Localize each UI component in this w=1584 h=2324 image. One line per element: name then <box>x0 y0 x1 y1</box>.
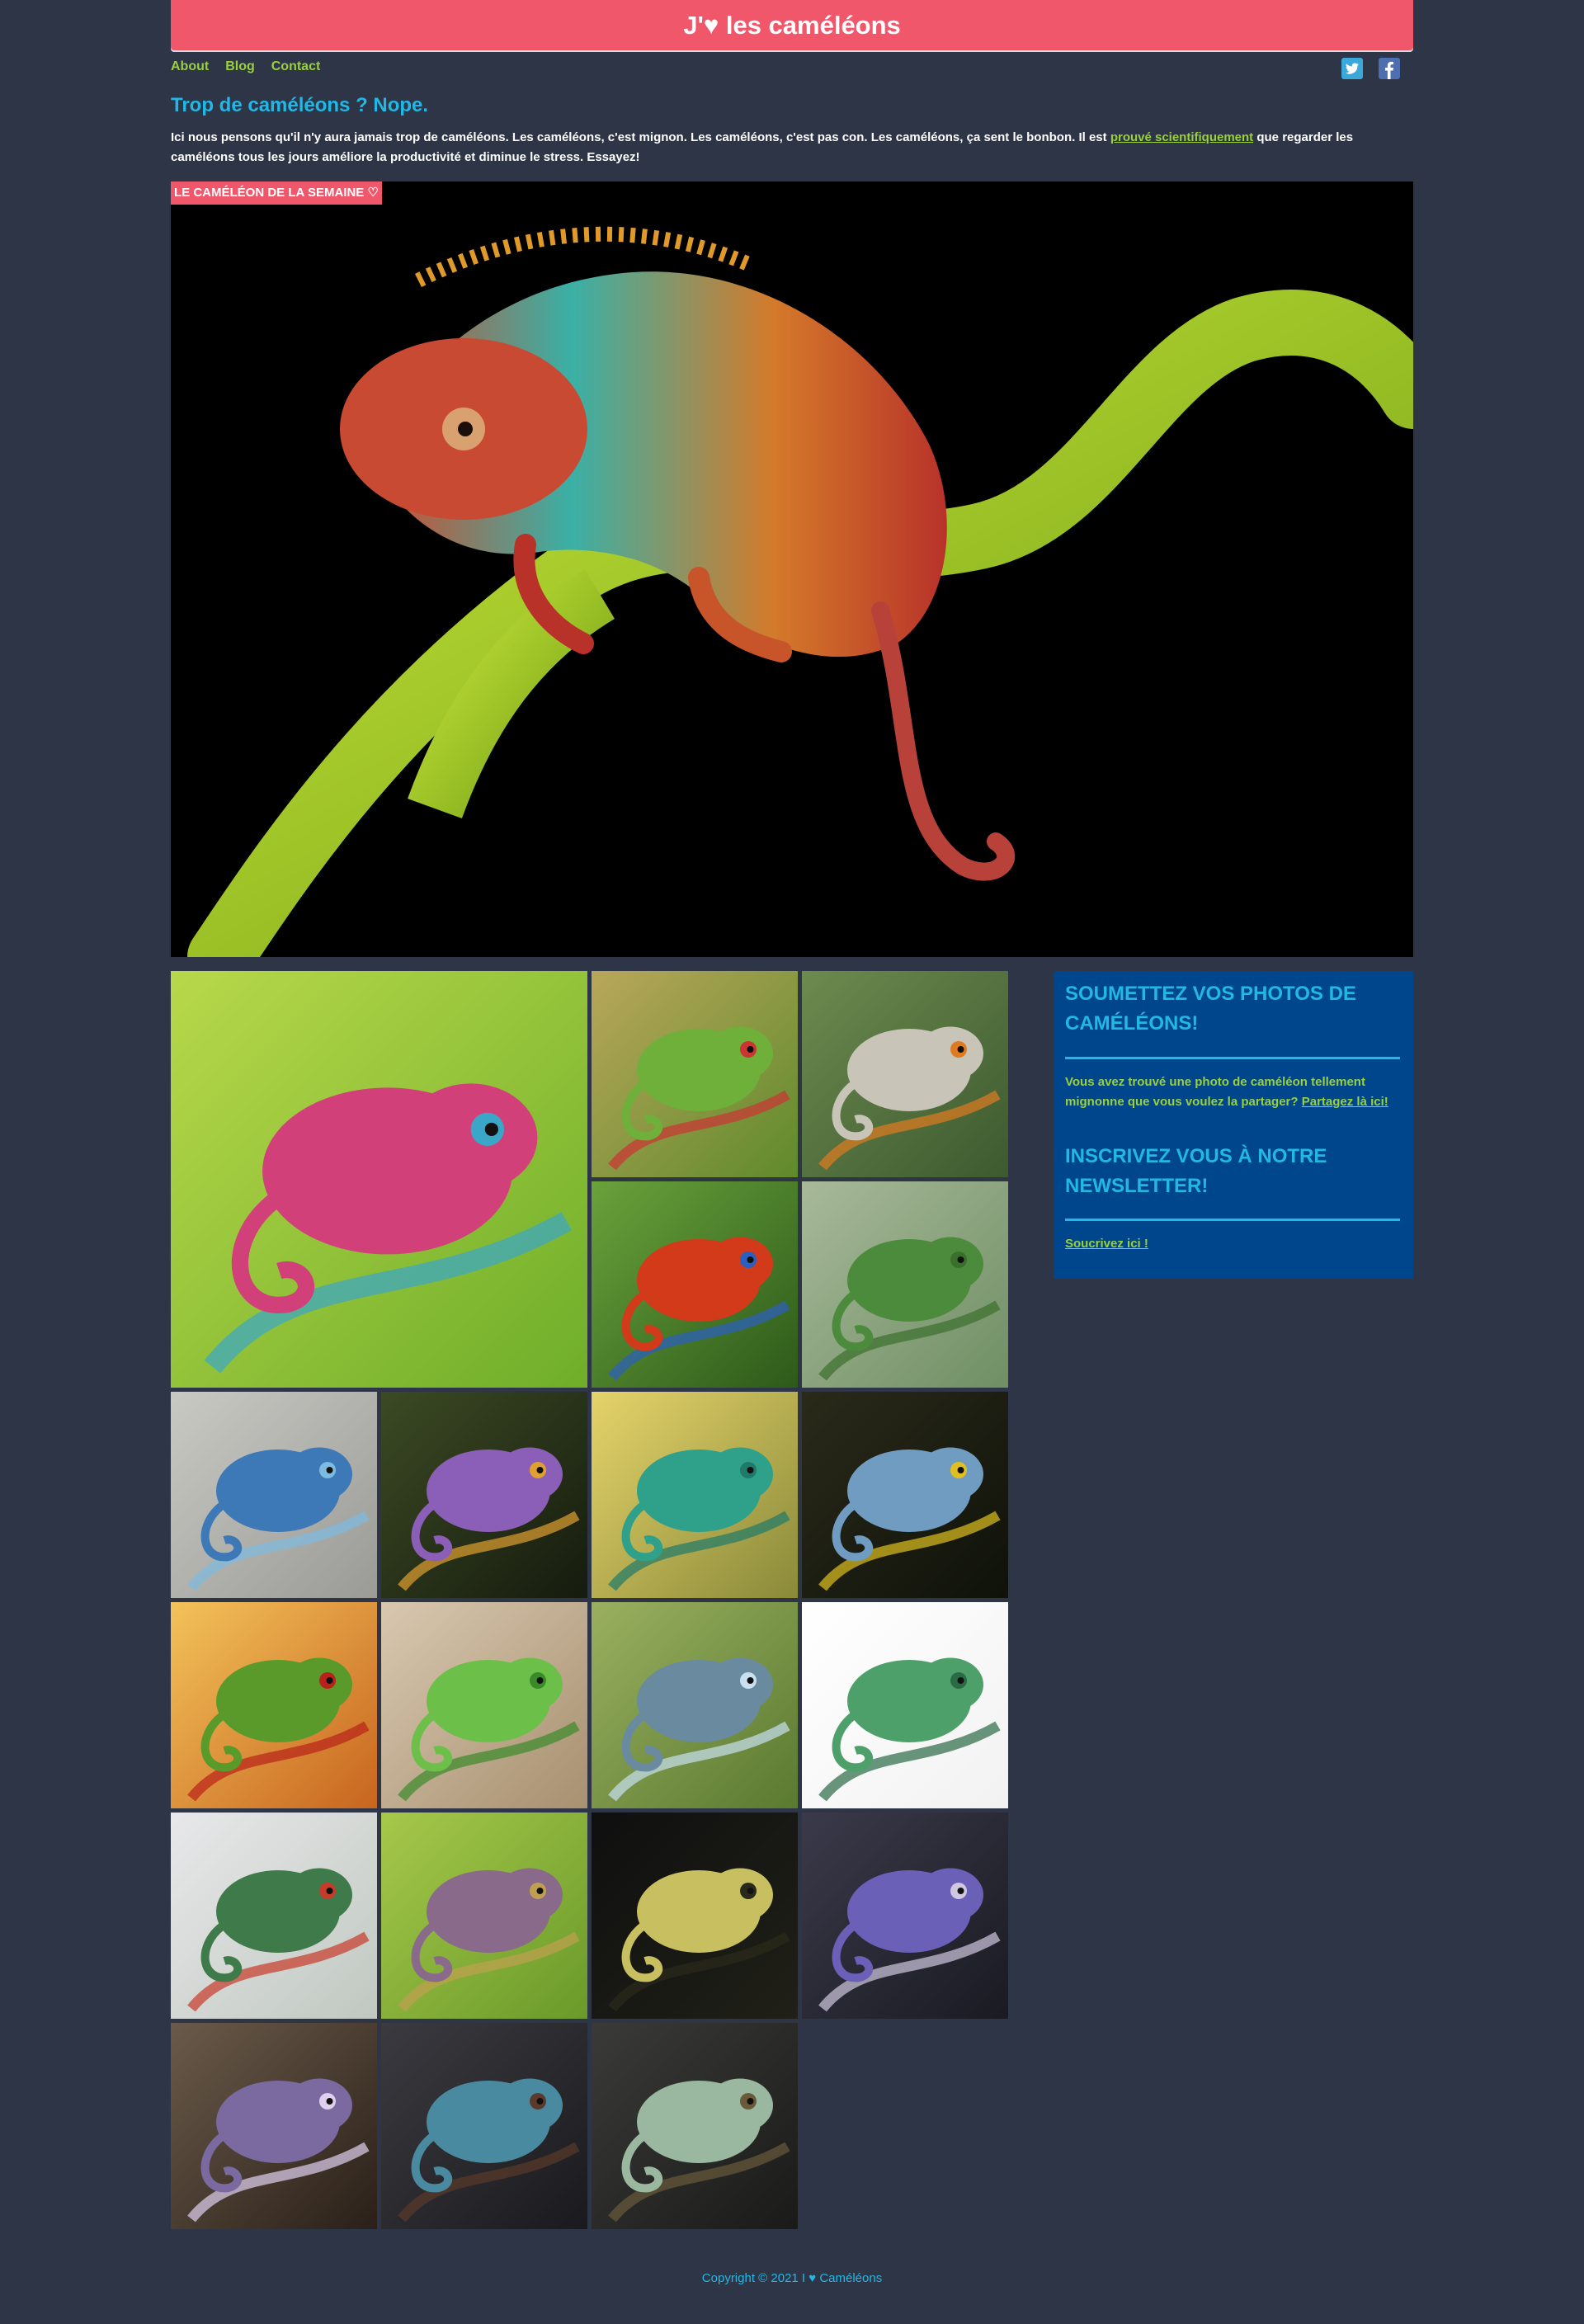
gallery-photo[interactable] <box>171 1602 377 1808</box>
gallery-photo[interactable] <box>592 2023 798 2229</box>
newsletter-heading: INSCRIVEZ VOUS À NOTRE NEWSLETTER! <box>1065 1145 1327 1197</box>
gallery-photo[interactable] <box>381 2023 587 2229</box>
site-header: J'♥ les caméléons <box>171 0 1413 50</box>
page-title: Trop de caméléons ? Nope. <box>171 94 429 116</box>
gallery-photo[interactable] <box>592 971 798 1177</box>
submit-divider <box>1065 1057 1400 1059</box>
twitter-icon[interactable] <box>1341 58 1363 79</box>
gallery-photo[interactable] <box>802 1813 1008 2019</box>
gallery-photo[interactable] <box>802 1181 1008 1388</box>
sidebar: SOUMETTEZ VOS PHOTOS DE CAMÉLÉONS! Vous … <box>1054 971 1413 1279</box>
gallery-photo[interactable] <box>171 971 587 1388</box>
submit-photos-heading: SOUMETTEZ VOS PHOTOS DE CAMÉLÉONS! <box>1065 983 1356 1035</box>
submit-photos-text: Vous avez trouvé une photo de caméléon t… <box>1065 1072 1400 1112</box>
gallery-photo[interactable] <box>381 1392 587 1598</box>
featured-badge: LE CAMÉLÉON DE LA SEMAINE ♡ <box>171 181 382 205</box>
gallery-photo[interactable] <box>171 1813 377 2019</box>
intro-text: Ici nous pensons qu'il n'y aura jamais t… <box>171 128 1413 167</box>
gallery-photo[interactable] <box>802 971 1008 1177</box>
nav-about-link[interactable]: About <box>171 59 209 74</box>
nav-blog-link[interactable]: Blog <box>225 59 255 74</box>
gallery-photo[interactable] <box>171 1392 377 1598</box>
newsletter-text: Soucrivez ici ! <box>1065 1234 1400 1254</box>
gallery-photo[interactable] <box>381 1813 587 2019</box>
nav-contact-link[interactable]: Contact <box>271 59 321 74</box>
gallery-photo[interactable] <box>802 1602 1008 1808</box>
gallery-photo[interactable] <box>381 1602 587 1808</box>
featured-chameleon-image[interactable] <box>171 181 1413 957</box>
page: J'♥ les caméléons About Blog Contact Tro… <box>0 0 1584 2324</box>
gallery-photo[interactable] <box>592 1813 798 2019</box>
science-link[interactable]: prouvé scientifiquement <box>1110 130 1253 144</box>
gallery-photo[interactable] <box>802 1392 1008 1598</box>
intro-text-before: Ici nous pensons qu'il n'y aura jamais t… <box>171 130 1110 144</box>
gallery-photo[interactable] <box>171 2023 377 2229</box>
footer: Copyright © 2021 I ♥ Caméléons <box>701 2271 883 2285</box>
featured-chameleon: LE CAMÉLÉON DE LA SEMAINE ♡ <box>171 181 1413 957</box>
subscribe-link[interactable]: Soucrivez ici ! <box>1065 1237 1148 1251</box>
gallery-photo[interactable] <box>592 1602 798 1808</box>
facebook-icon[interactable] <box>1379 58 1400 79</box>
newsletter-divider <box>1065 1219 1400 1221</box>
main-nav: About Blog Contact <box>171 59 320 74</box>
gallery-photo[interactable] <box>592 1181 798 1388</box>
share-link[interactable]: Partagez là ici! <box>1302 1095 1388 1109</box>
gallery-photo[interactable] <box>592 1392 798 1598</box>
site-title: J'♥ les caméléons <box>683 10 901 40</box>
